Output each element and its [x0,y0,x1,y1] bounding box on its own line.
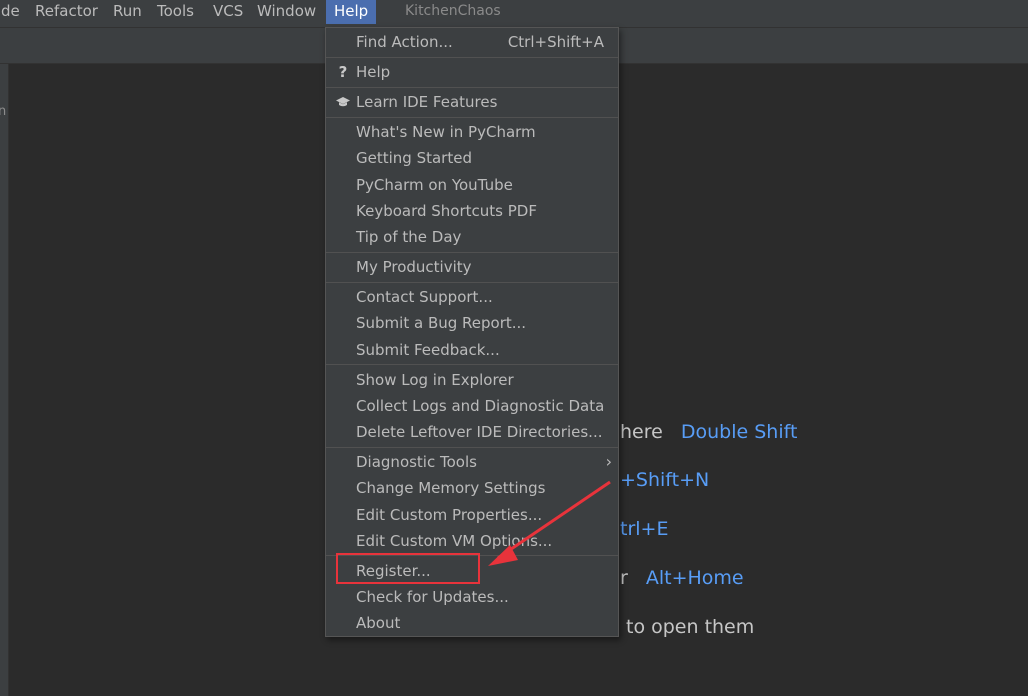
hint-shortcut: Alt+Home [645,567,744,589]
menu-item-label: Contact Support... [356,288,493,306]
graduation-cap-icon [335,89,351,115]
menu-item-label: PyCharm on YouTube [356,176,513,194]
menu-item-label: Help [356,63,391,81]
menu-item-whats-new[interactable]: What's New in PyCharm [326,119,618,145]
menu-item-submit-bug-report[interactable]: Submit a Bug Report... [326,310,618,336]
menu-help[interactable]: Help [326,0,377,24]
menu-item-collect-logs[interactable]: Collect Logs and Diagnostic Data [326,393,618,419]
menu-item-my-productivity[interactable]: My Productivity [326,254,618,280]
menu-item-label: Learn IDE Features [356,93,498,111]
menu-item-label: About [356,614,401,632]
menu-item-label: Collect Logs and Diagnostic Data [356,397,605,415]
menu-refactor[interactable]: Refactor [34,0,99,24]
left-strip-fragment: n [0,104,7,119]
menu-tools[interactable]: Tools [156,0,195,24]
menu-item-check-updates[interactable]: Check for Updates... [326,584,618,610]
annotation-highlight-box [336,553,480,584]
menu-item-show-log[interactable]: Show Log in Explorer [326,367,618,393]
menu-item-submit-feedback[interactable]: Submit Feedback... [326,337,618,363]
menu-item-label: Tip of the Day [356,228,462,246]
menu-item-label: Getting Started [356,149,472,167]
menu-separator [326,252,618,253]
menu-window[interactable]: Window [256,0,317,24]
hint-text: to open them [626,616,755,638]
menu-bar: de Refactor Run Tools VCS Window Help Ki… [0,0,1028,27]
menu-code[interactable]: de [0,0,21,24]
menu-item-label: Delete Leftover IDE Directories... [356,423,603,441]
hint-shortcut: +Shift+N [620,469,710,491]
hint-goto-file: +Shift+N [620,469,709,491]
menu-item-getting-started[interactable]: Getting Started [326,145,618,171]
menu-item-label: Submit a Bug Report... [356,314,527,332]
menu-item-contact-support[interactable]: Contact Support... [326,284,618,310]
hint-text: here [620,421,663,443]
menu-item-label: What's New in PyCharm [356,123,536,141]
menu-item-label: Keyboard Shortcuts PDF [356,202,537,220]
menu-item-label: Find Action... [356,33,453,51]
hint-drop-files-tail: to open them [626,616,754,638]
hint-search-everywhere: here Double Shift [620,421,797,443]
project-name: KitchenChaos [405,3,501,19]
menu-separator [326,447,618,448]
menu-vcs[interactable]: VCS [212,0,244,24]
hint-text: r [620,567,628,589]
menu-item-label: Diagnostic Tools [356,453,477,471]
menu-run[interactable]: Run [112,0,143,24]
hint-shortcut: trl+E [620,518,669,540]
menu-item-find-action[interactable]: Find Action... Ctrl+Shift+A [326,29,618,55]
menu-item-label: My Productivity [356,258,472,276]
annotation-arrow-icon [488,480,611,566]
menu-separator [326,282,618,283]
menu-item-about[interactable]: About [326,610,618,636]
menu-item-label: Check for Updates... [356,588,509,606]
question-icon: ? [338,63,348,81]
menu-item-label: Show Log in Explorer [356,371,514,389]
menu-item-youtube[interactable]: PyCharm on YouTube [326,172,618,198]
menu-item-keyboard-shortcuts-pdf[interactable]: Keyboard Shortcuts PDF [326,198,618,224]
menu-item-delete-leftover[interactable]: Delete Leftover IDE Directories... [326,419,618,445]
hint-recent-files: trl+E [620,518,668,540]
menu-item-shortcut: Ctrl+Shift+A [507,33,604,51]
menu-item-help[interactable]: ? Help [326,59,618,85]
hint-shortcut: Double Shift [680,421,798,443]
menu-separator [326,117,618,118]
hint-navigation-bar: r Alt+Home [620,567,744,589]
menu-item-tip-of-the-day[interactable]: Tip of the Day [326,224,618,250]
menu-separator [326,57,618,58]
menu-item-learn-ide-features[interactable]: Learn IDE Features [326,89,618,115]
menu-separator [326,87,618,88]
menu-separator [326,364,618,365]
menu-item-label: Submit Feedback... [356,341,500,359]
left-tool-strip: n [0,64,9,696]
